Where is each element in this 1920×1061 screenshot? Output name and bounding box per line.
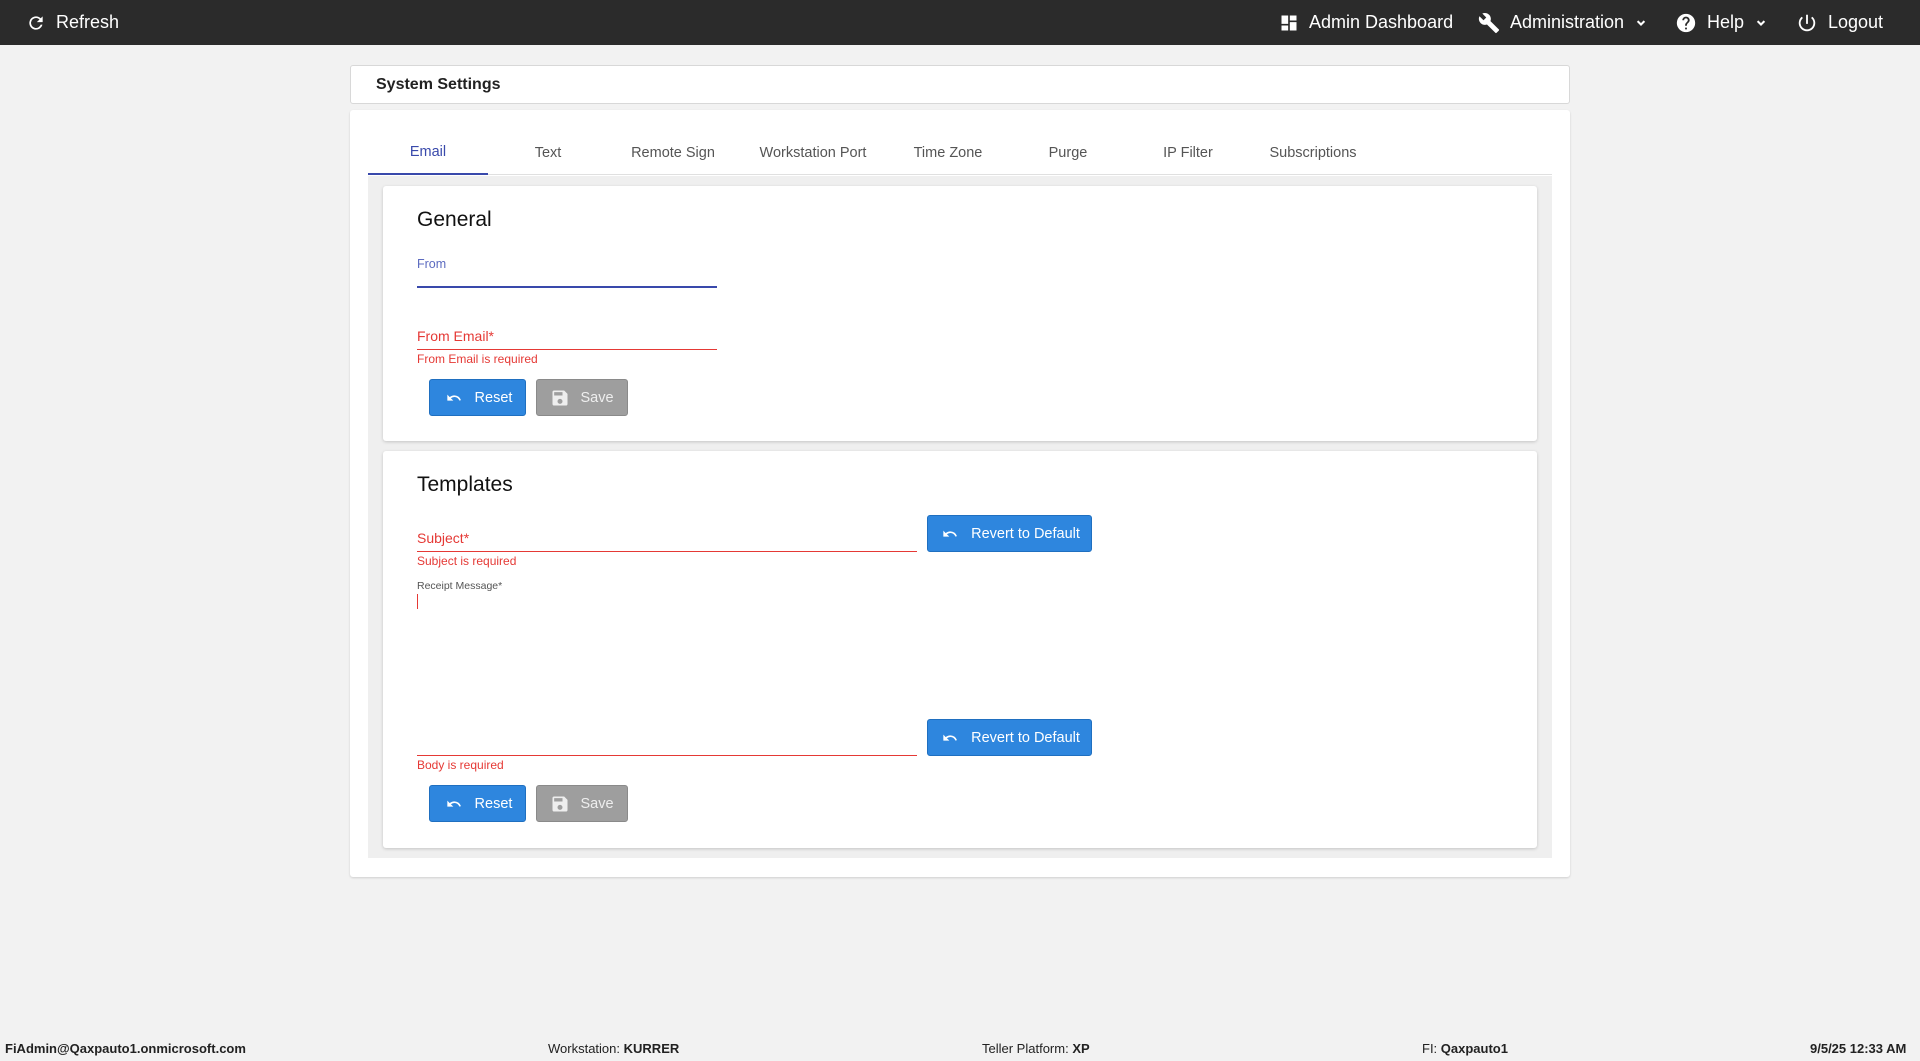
platform-label: Teller Platform:	[982, 1041, 1069, 1056]
status-bar: FiAdmin@Qaxpauto1.onmicrosoft.com Workst…	[0, 1036, 1920, 1061]
save-icon	[552, 796, 568, 811]
templates-reset-label: Reset	[474, 795, 513, 812]
status-platform: Teller Platform: XP	[982, 1041, 1090, 1056]
tab-email[interactable]: Email	[368, 130, 488, 175]
templates-save-button[interactable]: Save	[536, 785, 628, 822]
tab-remote-sign[interactable]: Remote Sign	[608, 130, 738, 175]
platform-value: XP	[1072, 1041, 1090, 1056]
tab-content: General From From Email* From Email is r…	[368, 176, 1552, 858]
subject-revert-button[interactable]: Revert to Default	[927, 515, 1092, 552]
from-email-error: From Email is required	[417, 352, 538, 366]
body-revert-label: Revert to Default	[971, 729, 1080, 746]
templates-reset-button[interactable]: Reset	[429, 785, 526, 822]
wrench-icon	[1478, 12, 1500, 33]
receipt-message-text: Receipt Message*	[417, 580, 503, 592]
admin-dashboard-link[interactable]: Admin Dashboard	[1279, 0, 1453, 45]
body-error: Body is required	[417, 758, 504, 772]
tab-text[interactable]: Text	[488, 130, 608, 175]
tab-time-zone[interactable]: Time Zone	[888, 130, 1008, 175]
subject-revert-label: Revert to Default	[971, 525, 1080, 542]
tab-subscriptions[interactable]: Subscriptions	[1248, 130, 1378, 175]
general-save-label: Save	[580, 389, 614, 406]
administration-menu[interactable]: Administration	[1478, 0, 1648, 45]
logout-label: Logout	[1828, 12, 1884, 32]
admin-dashboard-label: Admin Dashboard	[1309, 12, 1454, 32]
templates-title: Templates	[417, 473, 513, 496]
power-icon	[1798, 14, 1816, 31]
fi-label: FI:	[1422, 1041, 1438, 1056]
subject-underline	[417, 551, 917, 552]
workstation-value: KURRER	[623, 1041, 680, 1056]
workstation-label: Workstation:	[548, 1041, 621, 1056]
help-menu[interactable]: Help	[1675, 0, 1768, 45]
refresh-button[interactable]: Refresh	[26, 0, 119, 45]
subject-error: Subject is required	[417, 554, 517, 568]
from-email-underline	[417, 349, 717, 350]
refresh-label: Refresh	[56, 12, 120, 32]
status-fi: FI: Qaxpauto1	[1422, 1041, 1508, 1056]
fi-value: Qaxpauto1	[1440, 1041, 1508, 1056]
templates-section: Templates Subject* Subject is required R…	[383, 451, 1537, 848]
text-cursor	[417, 594, 418, 609]
receipt-message-textarea[interactable]	[417, 593, 917, 753]
general-reset-label: Reset	[474, 389, 513, 406]
save-icon	[552, 390, 568, 405]
status-user: FiAdmin@Qaxpauto1.onmicrosoft.com	[5, 1041, 246, 1056]
undo-icon	[446, 800, 461, 807]
page-header: System Settings	[350, 65, 1570, 104]
tab-workstation-port[interactable]: Workstation Port	[738, 130, 888, 175]
subject-input[interactable]	[417, 525, 917, 551]
from-underline	[417, 286, 717, 288]
receipt-message-label: Receipt Message*	[417, 580, 502, 592]
refresh-icon	[29, 15, 43, 30]
from-input[interactable]	[417, 274, 717, 296]
top-navigation-bar: Refresh Admin Dashboard Administration H…	[0, 0, 1920, 45]
tab-ip-filter[interactable]: IP Filter	[1128, 130, 1248, 175]
templates-save-label: Save	[580, 795, 614, 812]
undo-icon	[943, 734, 958, 741]
status-workstation: Workstation: KURRER	[548, 1041, 679, 1056]
page-title: System Settings	[376, 75, 501, 93]
undo-icon	[943, 530, 958, 537]
from-label: From	[417, 257, 447, 271]
undo-icon	[446, 394, 461, 401]
general-title: General	[417, 208, 492, 231]
administration-label: Administration	[1510, 12, 1625, 32]
settings-tabs: Email Text Remote Sign Workstation Port …	[368, 130, 1552, 175]
dashboard-icon	[1281, 15, 1297, 30]
chevron-down-icon	[1756, 19, 1766, 26]
help-label: Help	[1707, 12, 1745, 32]
body-revert-button[interactable]: Revert to Default	[927, 719, 1092, 756]
receipt-message-underline	[417, 755, 917, 756]
logout-button[interactable]: Logout	[1796, 0, 1883, 45]
chevron-down-icon	[1636, 19, 1646, 26]
from-email-input[interactable]	[417, 324, 717, 348]
status-datetime: 9/5/25 12:33 AM	[1810, 1041, 1907, 1056]
general-reset-button[interactable]: Reset	[429, 379, 526, 416]
help-icon	[1676, 13, 1696, 32]
general-section: General From From Email* From Email is r…	[383, 186, 1537, 441]
tab-purge[interactable]: Purge	[1008, 130, 1128, 175]
settings-card: Email Text Remote Sign Workstation Port …	[350, 110, 1570, 877]
general-save-button[interactable]: Save	[536, 379, 628, 416]
